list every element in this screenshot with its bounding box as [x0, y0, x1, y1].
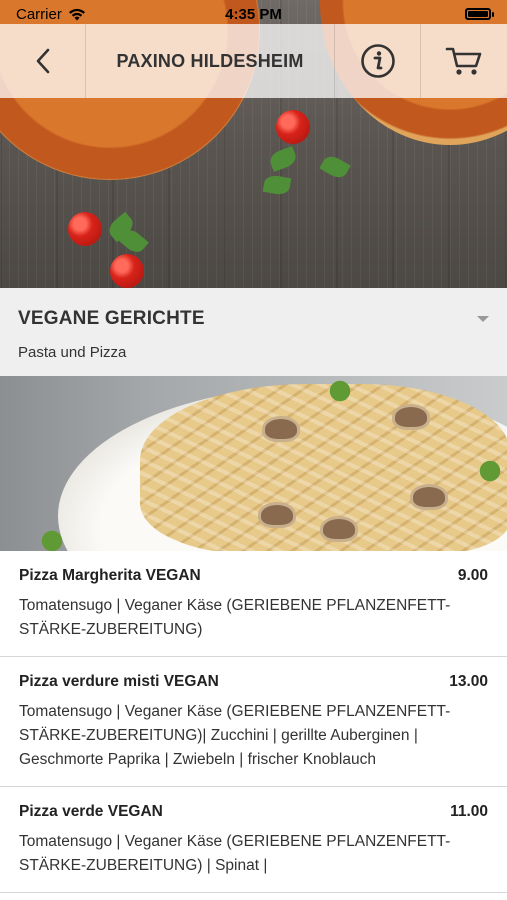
cart-button[interactable] [421, 24, 507, 98]
status-bar: Carrier 4:35 PM [0, 0, 507, 28]
tomato-decoration [110, 254, 144, 288]
menu-item-name: Pizza verdure misti VEGAN [19, 673, 219, 690]
menu-item-price: 13.00 [449, 673, 488, 690]
navigation-bar: PAXINO HILDESHEIM [0, 24, 507, 98]
category-image [0, 376, 507, 551]
caret-down-icon[interactable] [477, 316, 489, 322]
back-button[interactable] [0, 24, 86, 98]
tomato-decoration [276, 110, 310, 144]
menu-item-price: 9.00 [457, 567, 488, 584]
mushroom-decoration [392, 404, 430, 430]
info-icon [360, 44, 395, 78]
cart-icon [445, 47, 482, 75]
menu-item[interactable]: Pizza Margherita VEGAN 9.00 Tomatensugo … [0, 551, 507, 657]
menu-item-description: Tomatensugo | Veganer Käse (GERIEBENE PF… [19, 597, 451, 638]
tomato-decoration [68, 212, 102, 246]
basil-leaf-decoration [319, 152, 351, 182]
mushroom-decoration [262, 416, 300, 442]
menu-list: Pizza Margherita VEGAN 9.00 Tomatensugo … [0, 551, 507, 893]
info-button[interactable] [335, 24, 421, 98]
herb-decoration [22, 526, 82, 551]
page-title: PAXINO HILDESHEIM [86, 24, 335, 98]
menu-item-name: Pizza Margherita VEGAN [19, 567, 201, 584]
mushroom-decoration [258, 502, 296, 528]
herb-decoration [310, 376, 370, 406]
clock: 4:35 PM [225, 5, 282, 23]
mushroom-decoration [410, 484, 448, 510]
category-header[interactable]: VEGANE GERICHTE Pasta und Pizza [0, 288, 507, 376]
category-subtitle: Pasta und Pizza [18, 344, 127, 361]
basil-leaf-decoration [262, 173, 292, 197]
menu-item[interactable]: Pizza verdure misti VEGAN 13.00 Tomatens… [0, 657, 507, 787]
battery-icon [465, 8, 494, 20]
menu-item[interactable]: Pizza verde VEGAN 11.00 Tomatensugo | Ve… [0, 787, 507, 893]
basil-leaf-decoration [267, 146, 299, 172]
menu-item-description: Tomatensugo | Veganer Käse (GERIEBENE PF… [19, 833, 451, 874]
chevron-left-icon [36, 48, 49, 74]
category-title: VEGANE GERICHTE [18, 308, 205, 329]
menu-item-price: 11.00 [450, 803, 488, 820]
mushroom-decoration [320, 516, 358, 542]
menu-item-description: Tomatensugo | Veganer Käse (GERIEBENE PF… [19, 703, 451, 768]
menu-item-name: Pizza verde VEGAN [19, 803, 163, 820]
